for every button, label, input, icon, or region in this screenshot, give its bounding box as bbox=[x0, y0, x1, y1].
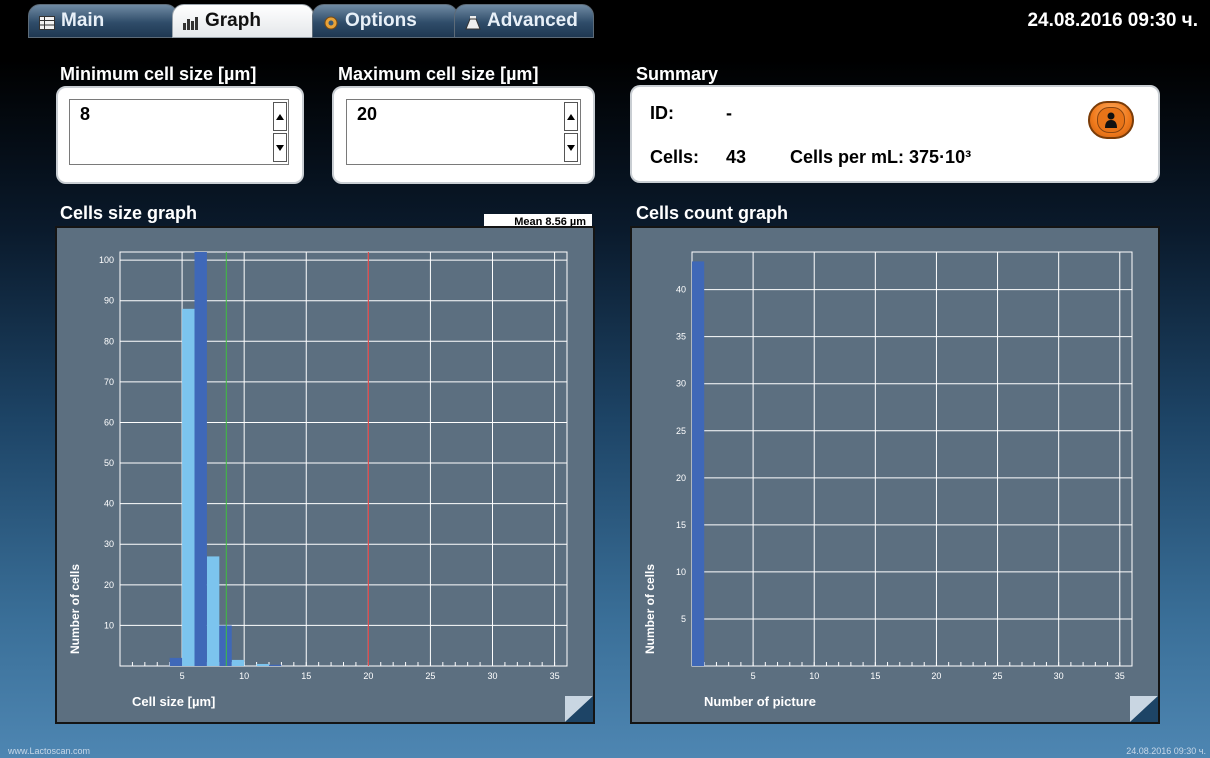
y-axis-label: Number of cells bbox=[643, 564, 657, 654]
bar bbox=[692, 261, 705, 666]
tab-main-label: Main bbox=[61, 10, 105, 31]
footer-website: www.Lactoscan.com bbox=[8, 746, 91, 756]
tab-main[interactable]: Main bbox=[28, 4, 178, 38]
x-axis-label: Number of picture bbox=[704, 694, 816, 709]
tab-graph-label: Graph bbox=[205, 10, 261, 31]
cells-per-ml: Cells per mL: 375·10³ bbox=[790, 147, 972, 167]
max-cell-size-down-button[interactable] bbox=[564, 133, 578, 162]
size-chart: 10 20 30 40 50 60 70 80 90 100 5 10 15 20 25 30 35 Cell s… bbox=[68, 251, 593, 722]
bar bbox=[256, 663, 269, 666]
x-tick-label: 10 bbox=[809, 671, 819, 681]
max-cell-size-label: Maximum cell size [µm] bbox=[338, 64, 539, 84]
x-tick-label: 25 bbox=[993, 671, 1003, 681]
y-tick-label: 20 bbox=[104, 580, 114, 590]
user-icon bbox=[1105, 112, 1117, 128]
x-tick-label: 35 bbox=[550, 671, 560, 681]
bar bbox=[194, 252, 207, 666]
y-axis-label: Number of cells bbox=[68, 564, 82, 654]
x-tick-label: 15 bbox=[870, 671, 880, 681]
x-tick-label: 10 bbox=[239, 671, 249, 681]
x-tick-label: 5 bbox=[180, 671, 185, 681]
x-tick-label: 20 bbox=[363, 671, 373, 681]
size-graph-title: Cells size graph bbox=[60, 203, 198, 223]
flask-icon bbox=[465, 14, 481, 30]
tab-advanced[interactable]: Advanced bbox=[454, 4, 594, 38]
x-tick-label: 35 bbox=[1115, 671, 1125, 681]
x-tick-label: 20 bbox=[931, 671, 941, 681]
summary-box: ID: - Cells: 43 Cells per mL: 375·10³ bbox=[630, 85, 1160, 183]
bar bbox=[219, 625, 232, 666]
tab-advanced-label: Advanced bbox=[487, 10, 578, 31]
bar-chart-icon bbox=[183, 14, 199, 30]
y-tick-label: 20 bbox=[676, 473, 686, 483]
x-tick-label: 30 bbox=[487, 671, 497, 681]
bar bbox=[169, 657, 183, 666]
y-tick-label: 40 bbox=[676, 285, 686, 295]
count-graph-title: Cells count graph bbox=[636, 203, 789, 223]
summary-title: Summary bbox=[636, 64, 719, 84]
y-tick-label: 10 bbox=[676, 567, 686, 577]
y-tick-label: 60 bbox=[104, 417, 114, 427]
min-cell-size-up-button[interactable] bbox=[273, 102, 287, 131]
cells-value: 43 bbox=[726, 147, 747, 167]
gear-icon bbox=[323, 14, 339, 30]
cells-label: Cells: bbox=[650, 147, 700, 167]
footer-datetime: 24.08.2016 09:30 ч. bbox=[1126, 746, 1206, 756]
y-tick-label: 25 bbox=[676, 426, 686, 436]
y-tick-label: 90 bbox=[104, 296, 114, 306]
x-axis-label: Cell size [µm] bbox=[132, 694, 215, 709]
table-icon bbox=[39, 14, 55, 30]
plot-frame bbox=[691, 251, 1133, 667]
y-tick-label: 50 bbox=[104, 458, 114, 468]
y-tick-label: 100 bbox=[99, 255, 114, 265]
y-tick-label: 10 bbox=[104, 620, 114, 630]
y-tick-label: 5 bbox=[681, 614, 686, 624]
y-tick-label: 80 bbox=[104, 336, 114, 346]
id-label: ID: bbox=[650, 103, 674, 123]
x-tick-label: 25 bbox=[425, 671, 435, 681]
x-tick-label: 15 bbox=[301, 671, 311, 681]
user-button[interactable] bbox=[1088, 101, 1134, 139]
max-cell-size-box: 20 bbox=[332, 86, 595, 184]
min-cell-size-box: 8 bbox=[56, 86, 304, 184]
bar bbox=[231, 659, 245, 666]
min-cell-size-label: Minimum cell size [µm] bbox=[60, 64, 257, 84]
max-cell-size-input[interactable]: 20 bbox=[346, 99, 581, 165]
tab-options[interactable]: Options bbox=[312, 4, 458, 38]
count-chart: 5 10 15 20 25 30 35 40 5 10 15 20 25 30 35 Number of pi… bbox=[643, 251, 1158, 722]
bar bbox=[182, 308, 195, 666]
y-tick-label: 30 bbox=[104, 539, 114, 549]
y-tick-label: 35 bbox=[676, 332, 686, 342]
bar bbox=[206, 556, 220, 666]
max-cell-size-up-button[interactable] bbox=[564, 102, 578, 131]
y-tick-label: 40 bbox=[104, 499, 114, 509]
datetime-display: 24.08.2016 09:30 ч. bbox=[1027, 10, 1198, 31]
y-tick-label: 70 bbox=[104, 377, 114, 387]
count-graph-panel: 5 10 15 20 25 30 35 40 5 10 15 20 25 30 35 Number of pi… bbox=[630, 226, 1160, 724]
min-cell-size-down-button[interactable] bbox=[273, 133, 287, 162]
bar bbox=[269, 664, 282, 666]
id-value: - bbox=[726, 103, 732, 123]
x-tick-label: 5 bbox=[751, 671, 756, 681]
tab-options-label: Options bbox=[345, 10, 417, 31]
tab-graph[interactable]: Graph bbox=[172, 4, 314, 38]
y-tick-label: 15 bbox=[676, 520, 686, 530]
min-cell-size-input[interactable]: 8 bbox=[69, 99, 289, 165]
tab-bar: Main Graph Options Advanced 24.08.2016 0… bbox=[0, 0, 1210, 40]
x-tick-label: 30 bbox=[1054, 671, 1064, 681]
size-graph-panel: 10 20 30 40 50 60 70 80 90 100 5 10 15 20 25 30 35 Cell s… bbox=[55, 226, 595, 724]
y-tick-label: 30 bbox=[676, 379, 686, 389]
